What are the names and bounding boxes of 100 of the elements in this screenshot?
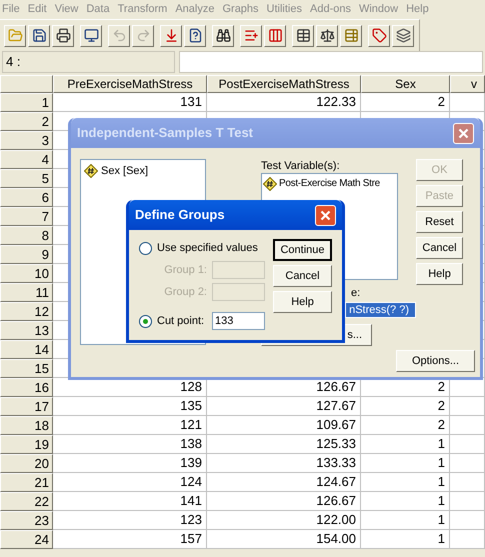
table-cell: 131 <box>180 94 202 109</box>
dialog-button[interactable]: Cancel <box>416 237 463 259</box>
toolbar-button[interactable] <box>316 24 338 46</box>
row-header[interactable]: 14 <box>0 340 53 359</box>
table-cell: 126.67 <box>316 379 356 394</box>
row-header[interactable]: 7 <box>0 207 53 226</box>
column-header[interactable]: PreExerciseMathStress <box>53 75 207 93</box>
table-cell: 121 <box>180 417 202 432</box>
field-label: Group 2: <box>164 284 207 300</box>
toolbar-button[interactable] <box>80 24 102 46</box>
binoculars-icon <box>216 28 230 43</box>
scale-icon <box>320 28 334 43</box>
monitor-icon <box>84 28 98 43</box>
row-header[interactable]: 22 <box>0 492 53 511</box>
row-header[interactable]: 4 <box>0 150 53 169</box>
cell-reference: 4 : <box>2 51 175 73</box>
row-header[interactable]: 17 <box>0 397 53 416</box>
row-header[interactable]: 15 <box>0 359 53 378</box>
file-question-icon <box>188 28 202 43</box>
close-icon <box>458 128 469 138</box>
table-cell: 2 <box>438 417 445 432</box>
open-folder-icon <box>8 28 22 43</box>
row-header[interactable]: 3 <box>0 131 53 150</box>
table-cell: 139 <box>180 455 202 470</box>
options-button[interactable]: Options... <box>396 350 475 372</box>
dialog-button[interactable]: Continue <box>273 239 332 261</box>
table-cell: 1 <box>438 436 445 451</box>
table-cell: 1 <box>438 493 445 508</box>
table-cell: 126.67 <box>316 493 356 508</box>
field-label: Group 1: <box>164 262 207 278</box>
column-header[interactable]: v <box>450 75 485 93</box>
row-header[interactable]: 2 <box>0 112 53 131</box>
row-header[interactable]: 21 <box>0 473 53 492</box>
row-header[interactable]: 13 <box>0 321 53 340</box>
table-cell: 124.67 <box>316 474 356 489</box>
table-cell: 1 <box>438 474 445 489</box>
numeric-variable-icon <box>84 164 98 178</box>
toolbar-button[interactable] <box>392 24 414 46</box>
radio-button[interactable] <box>139 242 152 254</box>
row-header[interactable]: 23 <box>0 511 53 530</box>
table-properties-icon <box>344 28 358 43</box>
table-cell: 109.67 <box>316 417 356 432</box>
row-header[interactable]: 8 <box>0 226 53 245</box>
printer-icon <box>56 28 70 43</box>
table-cell: 127.67 <box>316 398 356 413</box>
dialog-button[interactable]: Help <box>416 263 463 285</box>
list-item[interactable]: Post-Exercise Math Stre <box>279 176 380 191</box>
table-cell: 141 <box>180 493 202 508</box>
toolbar-button[interactable] <box>212 24 234 46</box>
grouping-variable-label: e: <box>351 286 360 301</box>
undo-icon <box>112 28 126 43</box>
column-header[interactable]: Sex <box>361 75 450 93</box>
table-cell: 125.33 <box>316 436 356 451</box>
table-cell: 2 <box>438 379 445 394</box>
row-header[interactable]: 12 <box>0 302 53 321</box>
row-header[interactable]: 24 <box>0 530 53 549</box>
close-button[interactable] <box>453 122 474 144</box>
row-header[interactable]: 11 <box>0 283 53 302</box>
row-header[interactable]: 5 <box>0 169 53 188</box>
table-cell: 135 <box>180 398 202 413</box>
layers-icon <box>396 28 410 43</box>
dialog-button[interactable]: Reset <box>416 211 463 233</box>
column-header[interactable]: PostExerciseMathStress <box>207 75 361 93</box>
toolbar-button[interactable] <box>184 24 206 46</box>
table-cell: 138 <box>180 436 202 451</box>
input-field[interactable]: 133 <box>212 312 265 330</box>
dialog-button[interactable]: Cancel <box>273 265 332 287</box>
dialog-button[interactable]: Help <box>273 291 332 313</box>
arrow-down-icon <box>164 28 178 43</box>
toolbar-button[interactable] <box>52 24 74 46</box>
row-header[interactable]: 9 <box>0 245 53 264</box>
toolbar-button[interactable] <box>28 24 50 46</box>
row-header[interactable]: 1 <box>0 93 53 112</box>
close-button[interactable] <box>315 204 336 226</box>
table-cell: 122.33 <box>316 94 356 109</box>
toolbar-button[interactable] <box>292 24 314 46</box>
table-icon <box>296 28 310 43</box>
close-icon <box>320 210 331 220</box>
table-cell: 122.00 <box>316 512 356 527</box>
radio-label: Cut point: <box>157 314 204 329</box>
row-header[interactable]: 10 <box>0 264 53 283</box>
row-header[interactable]: 16 <box>0 378 53 397</box>
table-cell: 123 <box>180 512 202 527</box>
table-cell: 2 <box>438 398 445 413</box>
table-cell: 124 <box>180 474 202 489</box>
table-cell: 2 <box>438 94 445 109</box>
save-icon <box>32 28 46 43</box>
row-header[interactable]: 6 <box>0 188 53 207</box>
list-item[interactable]: Sex [Sex] <box>101 163 148 180</box>
test-variables-label: Test Variable(s): <box>261 159 341 173</box>
row-header[interactable]: 18 <box>0 416 53 435</box>
table-cell: 133.33 <box>316 455 356 470</box>
row-header[interactable]: 20 <box>0 454 53 473</box>
columns-icon <box>268 28 282 43</box>
radio-button[interactable] <box>139 314 152 328</box>
cell-editor-field[interactable] <box>179 51 483 73</box>
tag-icon <box>372 28 386 43</box>
row-header[interactable]: 19 <box>0 435 53 454</box>
redo-icon <box>136 28 150 43</box>
table-cell: 1 <box>438 512 445 527</box>
